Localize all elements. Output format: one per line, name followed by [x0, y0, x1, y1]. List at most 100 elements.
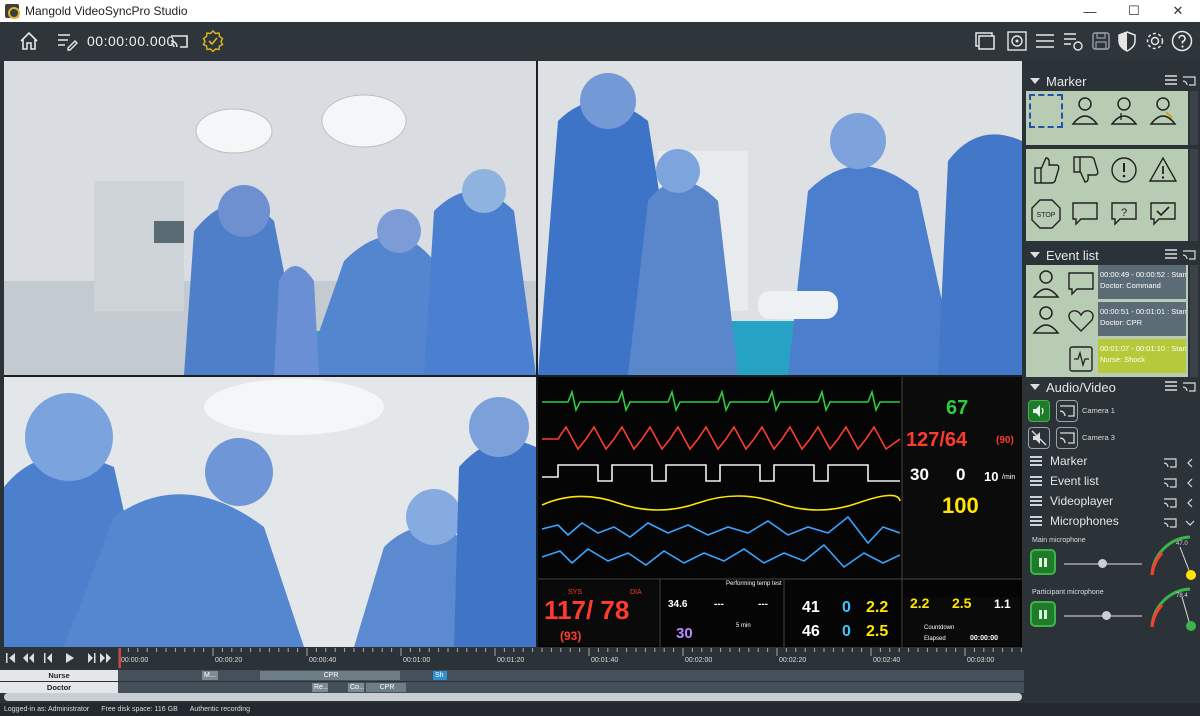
camera-3-cast-toggle[interactable] [1056, 427, 1078, 449]
question-comment-icon[interactable]: ? [1107, 197, 1141, 231]
track-segment[interactable]: M... [202, 671, 218, 680]
timeline-ruler[interactable]: 00:00:00 00:00:20 00:00:40 00:01:00 00:0… [118, 648, 1024, 668]
status-mode: Authentic recording [189, 706, 251, 713]
track-segment[interactable]: CPR [260, 671, 400, 680]
app-logo-icon [5, 4, 20, 19]
goto-start-button[interactable] [2, 650, 16, 666]
video-camera-4-patient-monitor[interactable]: 67 127/64 (90) 30 0 10 /min 100 SYS DIA … [538, 377, 1022, 647]
person-marker-icon[interactable] [1068, 94, 1102, 128]
slider-knob[interactable] [1102, 611, 1111, 620]
menu-icon [1030, 476, 1042, 486]
person-marker-icon[interactable] [1029, 267, 1063, 301]
cast-icon[interactable] [1182, 74, 1196, 86]
participant-microphone-pause-button[interactable] [1030, 601, 1056, 627]
edit-list-icon[interactable] [56, 30, 78, 52]
comment-icon[interactable] [1068, 197, 1102, 231]
info-marker-icon[interactable] [1107, 153, 1141, 187]
collapse-icon[interactable] [1030, 78, 1040, 84]
play-button[interactable] [62, 650, 76, 666]
track-doctor: Doctor Re... Co... CPR [0, 682, 1024, 693]
step-back-button[interactable] [40, 650, 54, 666]
track-body[interactable]: M... CPR Sh [118, 670, 1024, 681]
nurse-marker-icon[interactable] [1146, 94, 1180, 128]
slider-knob[interactable] [1098, 559, 1107, 568]
monitor-abp-mean: (90) [996, 435, 1014, 446]
main-toolbar: 00:00:00.000 [0, 22, 1200, 60]
tick-label: 00:00:00 [121, 657, 149, 664]
help-icon[interactable] [1171, 30, 1193, 52]
event-row-1[interactable]: 00:00:49 - 00:00:52 : Stanc Doctor: Comm… [1098, 265, 1186, 299]
marker-panel-header[interactable]: Marker [1024, 71, 1200, 91]
collapse-icon[interactable] [1030, 384, 1040, 390]
monitor-elapsed-label: Elapsed [924, 636, 946, 642]
timeline-horizontal-scrollbar[interactable] [4, 693, 1022, 701]
empty-marker-slot[interactable] [1029, 94, 1063, 128]
event-row-3[interactable]: 00:01:07 - 00:01:10 : Stanc Nurse: Shock [1098, 339, 1186, 373]
thumbs-up-icon[interactable] [1029, 153, 1063, 187]
warning-icon[interactable] [1146, 153, 1180, 187]
cast-icon[interactable] [1182, 248, 1196, 260]
track-body[interactable]: Re... Co... CPR [118, 682, 1024, 693]
marker-scrollbar[interactable] [1190, 91, 1198, 145]
cast-icon[interactable] [1182, 380, 1196, 392]
event-list-panel-header[interactable]: Event list [1024, 245, 1200, 265]
menu-icon[interactable] [1164, 74, 1178, 86]
certified-badge-icon[interactable] [202, 30, 224, 52]
menu-icon[interactable] [1034, 30, 1056, 52]
collapse-icon[interactable] [1030, 252, 1040, 258]
maximize-button[interactable]: ☐ [1112, 0, 1156, 22]
step-forward-button[interactable] [86, 650, 100, 666]
stop-sign-icon[interactable]: STOP [1029, 197, 1063, 231]
event-text: Nurse: Shock [1100, 355, 1146, 364]
doctor-marker-icon[interactable] [1107, 94, 1141, 128]
ruler-ticks [119, 648, 1022, 656]
home-icon[interactable] [18, 30, 40, 52]
event-time: 00:00:49 - 00:00:52 : Stanc [1100, 270, 1186, 279]
track-segment[interactable]: Sh [433, 671, 447, 680]
gear-icon[interactable] [1144, 30, 1166, 52]
minimize-button[interactable]: — [1068, 0, 1112, 22]
surgery-scene-image [4, 377, 536, 647]
monitor-agent-fi: 2.5 [952, 595, 972, 611]
step-forward-fast-button[interactable] [100, 650, 114, 666]
checklist-icon[interactable] [1062, 30, 1084, 52]
marker-scrollbar-2[interactable] [1190, 149, 1198, 241]
check-comment-icon[interactable] [1146, 197, 1180, 231]
heart-hand-icon[interactable] [1064, 303, 1098, 337]
event-row-2[interactable]: 00:00:51 - 00:01:01 : Stanc Doctor: CPR [1098, 302, 1186, 336]
video-camera-3[interactable] [4, 377, 536, 647]
main-microphone-slider[interactable] [1064, 559, 1142, 568]
video-camera-2[interactable] [538, 61, 1022, 375]
shield-icon[interactable] [1116, 30, 1138, 52]
camera-3-audio-toggle[interactable] [1028, 427, 1050, 449]
camera-1-audio-toggle[interactable] [1028, 400, 1050, 422]
thumbs-down-icon[interactable] [1068, 153, 1102, 187]
video-camera-1[interactable] [4, 61, 536, 375]
comment-icon[interactable] [1064, 267, 1098, 301]
track-segment[interactable]: Co... [348, 683, 364, 692]
cast-icon[interactable] [168, 30, 190, 52]
defibrillator-icon[interactable] [1064, 341, 1098, 375]
surgery-scene-image [4, 61, 536, 375]
track-segment[interactable]: CPR [366, 683, 406, 692]
menu-icon [1030, 496, 1042, 506]
menu-icon[interactable] [1164, 380, 1178, 392]
person-marker-icon[interactable] [1029, 303, 1063, 337]
main-microphone-label: Main microphone [1032, 537, 1086, 544]
monitor-n2o-et: 0 [842, 599, 851, 616]
camera-3-label: Camera 3 [1082, 433, 1115, 442]
monitor-fi: 0 [956, 465, 966, 484]
track-segment[interactable]: Re... [312, 683, 328, 692]
close-button[interactable]: ✕ [1156, 0, 1200, 22]
main-microphone-pause-button[interactable] [1030, 549, 1056, 575]
stopwatch-settings-icon[interactable] [1006, 30, 1028, 52]
event-list-scrollbar[interactable] [1190, 265, 1198, 377]
save-icon[interactable] [1090, 30, 1112, 52]
participant-microphone-label: Participant microphone [1032, 589, 1104, 596]
audio-video-panel-header[interactable]: Audio/Video [1024, 377, 1200, 397]
layout-icon[interactable] [974, 30, 996, 52]
camera-1-cast-toggle[interactable] [1056, 400, 1078, 422]
participant-microphone-slider[interactable] [1064, 611, 1142, 620]
step-back-fast-button[interactable] [20, 650, 34, 666]
menu-icon[interactable] [1164, 248, 1178, 260]
